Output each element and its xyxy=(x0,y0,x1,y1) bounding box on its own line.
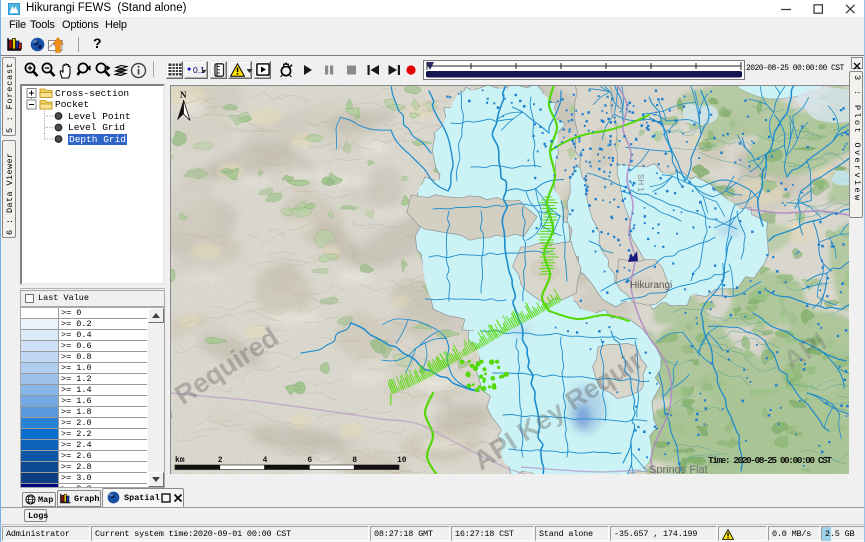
svg-text:Time: 2020-08-25 00:00:00 CST: Time: 2020-08-25 00:00:00 CST xyxy=(708,455,832,466)
svg-text:2: 2 xyxy=(218,456,223,465)
svg-text:Springs Flat: Springs Flat xyxy=(649,464,708,474)
svg-text:SH 1: SH 1 xyxy=(636,174,645,192)
svg-text:8: 8 xyxy=(352,456,357,465)
svg-text:Hikurangi: Hikurangi xyxy=(630,280,672,291)
svg-text:km: km xyxy=(175,456,185,465)
svg-text:10: 10 xyxy=(397,456,407,465)
svg-text:4: 4 xyxy=(263,456,268,465)
svg-text:N: N xyxy=(180,90,187,100)
svg-text:6: 6 xyxy=(307,456,312,465)
